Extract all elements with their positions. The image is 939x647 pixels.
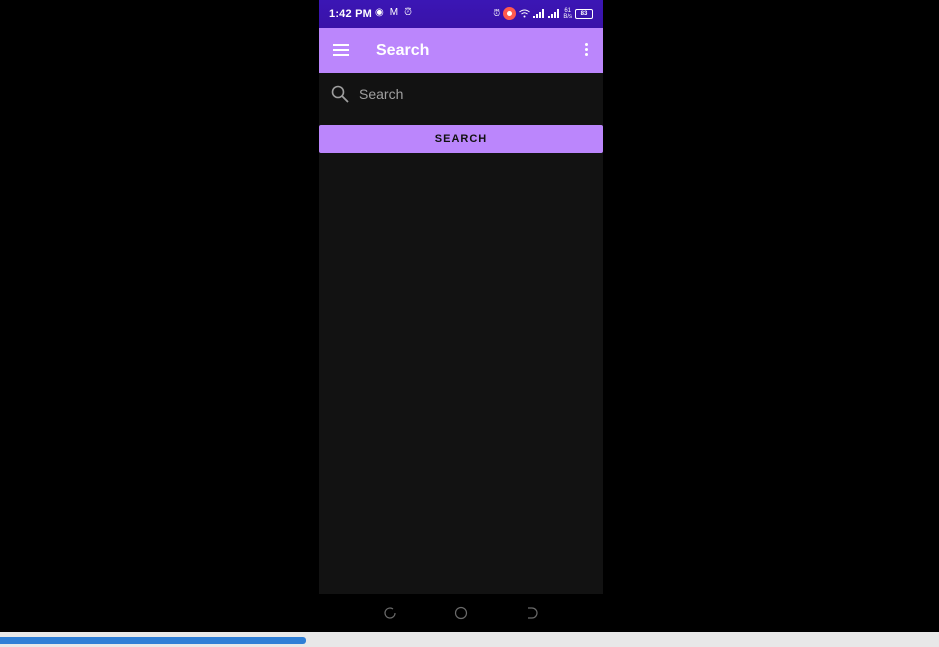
signal-icon [533,9,545,18]
search-input[interactable] [359,83,589,105]
recording-icon [503,7,517,20]
recents-icon[interactable] [383,606,397,620]
alarm-icon: ⏰︎ [404,7,412,18]
progress-bar [0,632,939,647]
home-icon[interactable] [454,606,468,620]
status-time: 1:42 PM [329,8,372,20]
status-right-icons: ⏰︎ 61 B/s 83 [493,7,593,20]
progress-bar-fill [0,637,307,644]
wifi-icon [519,9,531,18]
search-bar [319,73,603,115]
status-bar: 1:42 PM ◉ M ⏰︎ ⏰︎ 61 B/s 83 [319,0,603,28]
back-icon[interactable] [525,606,539,620]
page-title: Search [376,42,430,59]
signal-icon [548,9,560,18]
network-speed-unit: B/s [563,13,572,20]
battery-icon: 83 [575,8,593,19]
screen-record-icon: ◉ [375,7,384,18]
network-speed: 61 B/s [563,8,572,20]
navigation-bar [319,594,603,632]
search-button[interactable]: SEARCH [319,125,603,153]
search-icon [331,85,349,103]
status-left-icons: ◉ M ⏰︎ [375,7,412,18]
alarm-icon: ⏰︎ [493,8,501,18]
main-content: SEARCH [319,73,603,594]
network-speed-value: 61 [564,7,571,14]
hamburger-menu-icon[interactable] [333,44,349,56]
overflow-menu-icon[interactable] [583,43,589,59]
screen: 1:42 PM ◉ M ⏰︎ ⏰︎ 61 B/s 83 Search Searc… [0,0,939,647]
gmail-icon: M [389,7,399,18]
app-bar: Search [319,28,603,73]
phone-screen: 1:42 PM ◉ M ⏰︎ ⏰︎ 61 B/s 83 Search Searc… [319,0,603,632]
